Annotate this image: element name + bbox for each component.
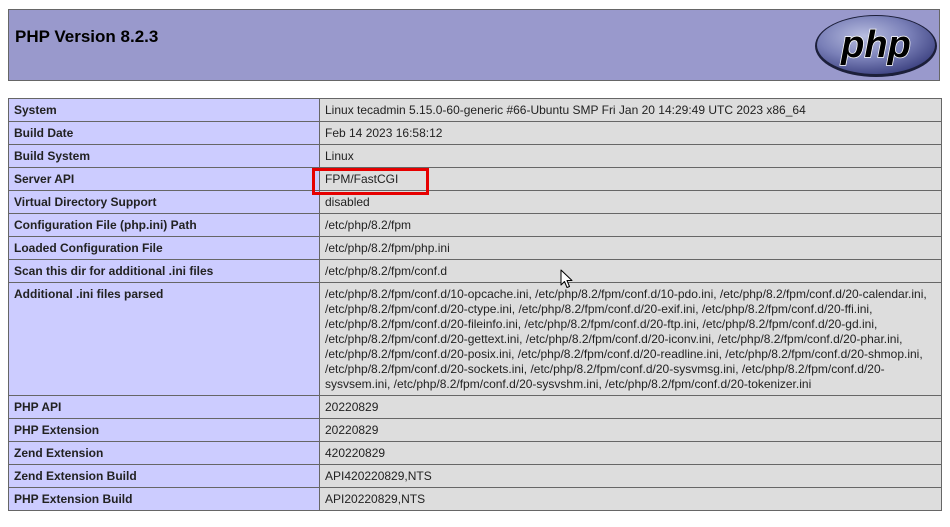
table-row: Zend Extension 420220829: [8, 441, 942, 465]
row-value: /etc/php/8.2/fpm: [319, 213, 942, 237]
server-api-value: FPM/FastCGI: [319, 167, 942, 191]
table-row: Virtual Directory Support disabled: [8, 190, 942, 214]
row-value: disabled: [319, 190, 942, 214]
row-label: Server API: [8, 167, 320, 191]
row-value: Linux tecadmin 5.15.0-60-generic #66-Ubu…: [319, 98, 942, 122]
table-row: PHP Extension Build API20220829,NTS: [8, 487, 942, 511]
row-label: PHP Extension: [8, 418, 320, 442]
table-row: Additional .ini files parsed /etc/php/8.…: [8, 282, 942, 396]
row-label: PHP API: [8, 395, 320, 419]
row-value: 20220829: [319, 395, 942, 419]
row-value: Linux: [319, 144, 942, 168]
table-row: Build Date Feb 14 2023 16:58:12: [8, 121, 942, 145]
table-row: Zend Extension Build API420220829,NTS: [8, 464, 942, 488]
row-label: Loaded Configuration File: [8, 236, 320, 260]
row-value: 420220829: [319, 441, 942, 465]
row-value: API20220829,NTS: [319, 487, 942, 511]
php-info-table: System Linux tecadmin 5.15.0-60-generic …: [8, 98, 942, 511]
row-label: Scan this dir for additional .ini files: [8, 259, 320, 283]
table-row: Build System Linux: [8, 144, 942, 168]
row-label: System: [8, 98, 320, 122]
row-label: Additional .ini files parsed: [8, 282, 320, 396]
php-logo-icon: php: [815, 15, 937, 77]
row-value: /etc/php/8.2/fpm/conf.d: [319, 259, 942, 283]
php-version-header: PHP Version 8.2.3 php: [8, 9, 940, 81]
table-row: Loaded Configuration File /etc/php/8.2/f…: [8, 236, 942, 260]
row-label: Build System: [8, 144, 320, 168]
row-label: Configuration File (php.ini) Path: [8, 213, 320, 237]
row-label: Build Date: [8, 121, 320, 145]
row-value: API420220829,NTS: [319, 464, 942, 488]
table-row: Configuration File (php.ini) Path /etc/p…: [8, 213, 942, 237]
table-row: PHP API 20220829: [8, 395, 942, 419]
table-row: System Linux tecadmin 5.15.0-60-generic …: [8, 98, 942, 122]
row-label: Zend Extension: [8, 441, 320, 465]
page-title: PHP Version 8.2.3: [15, 27, 159, 46]
table-row: Scan this dir for additional .ini files …: [8, 259, 942, 283]
svg-text:php: php: [840, 24, 911, 66]
row-label: Zend Extension Build: [8, 464, 320, 488]
row-value: 20220829: [319, 418, 942, 442]
row-value: /etc/php/8.2/fpm/conf.d/10-opcache.ini, …: [319, 282, 942, 396]
table-row: Server API FPM/FastCGI: [8, 167, 942, 191]
row-label: Virtual Directory Support: [8, 190, 320, 214]
row-value: /etc/php/8.2/fpm/php.ini: [319, 236, 942, 260]
row-label: PHP Extension Build: [8, 487, 320, 511]
table-row: PHP Extension 20220829: [8, 418, 942, 442]
row-value: Feb 14 2023 16:58:12: [319, 121, 942, 145]
